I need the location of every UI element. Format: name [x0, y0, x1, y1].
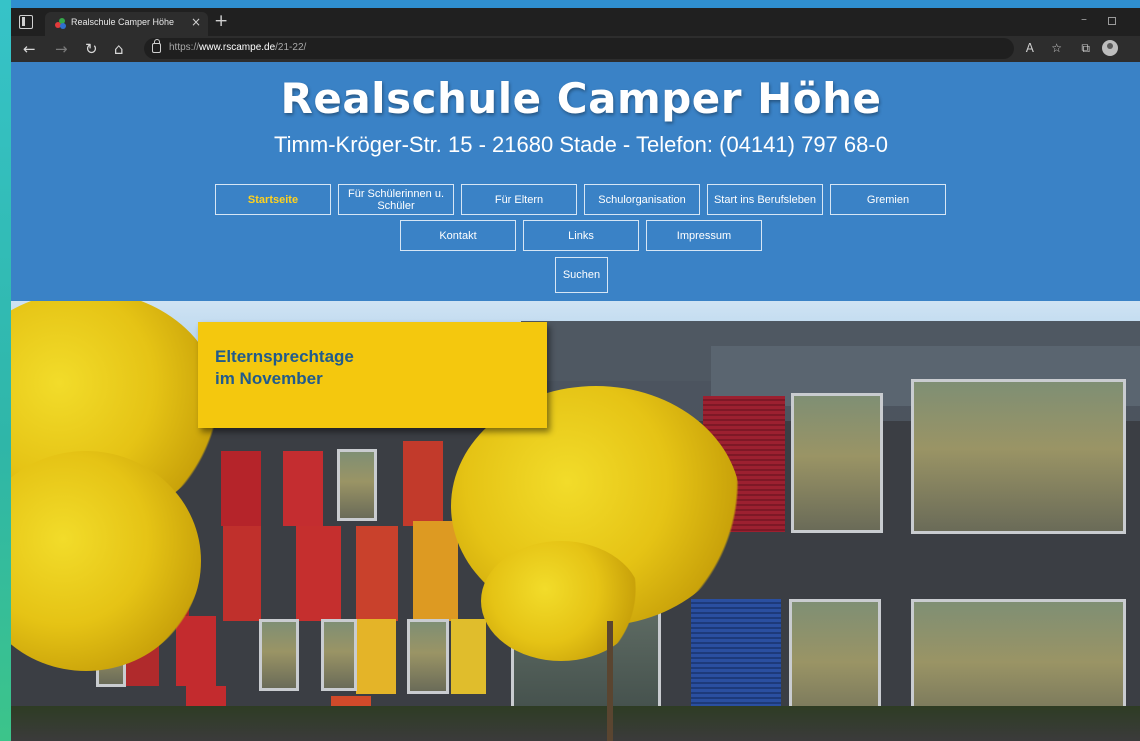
browser-tab[interactable]: Realschule Camper Höhe ×: [45, 12, 208, 36]
profile-avatar-icon[interactable]: [1102, 40, 1118, 56]
banner-text[interactable]: Elternsprechtage im November: [215, 346, 354, 390]
nav-kontakt[interactable]: Kontakt: [400, 220, 516, 251]
ground: [11, 706, 1140, 741]
collections-icon[interactable]: ⧉: [1081, 41, 1090, 56]
url-text[interactable]: https://www.rscampe.de/21-22/: [169, 42, 306, 53]
nav-gremien[interactable]: Gremien: [830, 184, 946, 215]
minimize-icon[interactable]: –: [1081, 12, 1087, 26]
facade-panel: [356, 526, 398, 621]
facade-panel: [296, 526, 341, 621]
building-window: [791, 393, 883, 533]
maximize-icon[interactable]: [1108, 17, 1116, 25]
building-window: [337, 449, 377, 521]
tree-trunk: [607, 621, 613, 741]
school-title: Realschule Camper Höhe: [280, 74, 882, 123]
building-window: [911, 379, 1126, 534]
site-favicon-icon: [55, 18, 66, 29]
url-domain: www.rscampe.de: [199, 42, 276, 53]
facade-panel: [223, 526, 261, 621]
nav-impressum[interactable]: Impressum: [646, 220, 762, 251]
web-page: Realschule Camper Höhe Timm-Kröger-Str. …: [11, 62, 1140, 741]
banner-line-2: im November: [215, 369, 323, 388]
facade-panel: [283, 451, 323, 526]
address-toolbar: ← → ↻ ⌂ https://www.rscampe.de/21-22/ A …: [11, 36, 1140, 62]
new-tab-icon[interactable]: +: [214, 11, 228, 31]
tab-strip: Realschule Camper Höhe × + –: [11, 8, 1140, 36]
refresh-icon[interactable]: ↻: [85, 38, 98, 60]
banner-line-1: Elternsprechtage: [215, 347, 354, 366]
facade-panel: [413, 521, 458, 621]
nav-berufsleben[interactable]: Start ins Berufsleben: [707, 184, 823, 215]
tab-actions-icon[interactable]: [19, 15, 33, 29]
school-address: Timm-Kröger-Str. 15 - 21680 Stade - Tele…: [274, 132, 888, 157]
building-window: [259, 619, 299, 691]
hero-school-photo: Elternsprechtage im November: [11, 301, 1140, 741]
url-prefix: https://: [169, 42, 200, 53]
facade-panel: [403, 441, 443, 526]
back-icon[interactable]: ←: [23, 38, 36, 60]
browser-window: Realschule Camper Höhe × + – ← → ↻ ⌂ htt…: [11, 8, 1140, 741]
favorites-icon[interactable]: ☆: [1051, 41, 1062, 55]
url-path: /21-22/: [275, 42, 307, 53]
nav-schulorganisation[interactable]: Schulorganisation: [584, 184, 700, 215]
facade-panel: [356, 619, 396, 694]
close-tab-icon[interactable]: ×: [191, 15, 201, 29]
nav-eltern[interactable]: Für Eltern: [461, 184, 577, 215]
building-window: [407, 619, 449, 694]
address-bar[interactable]: https://www.rscampe.de/21-22/: [144, 38, 1014, 59]
forward-icon[interactable]: →: [55, 38, 68, 60]
nav-schueler[interactable]: Für Schülerinnen u. Schüler: [338, 184, 454, 215]
building-window: [321, 619, 357, 691]
nav-links[interactable]: Links: [523, 220, 639, 251]
desktop-background: [0, 0, 11, 741]
facade-panel: [176, 616, 216, 686]
tab-title: Realschule Camper Höhe: [71, 17, 175, 27]
yellow-tree: [481, 541, 641, 661]
read-aloud-icon[interactable]: A: [1026, 41, 1034, 55]
event-banner[interactable]: Elternsprechtage im November: [198, 322, 547, 428]
home-icon[interactable]: ⌂: [114, 38, 124, 60]
facade-panel: [221, 451, 261, 526]
lock-icon[interactable]: [152, 39, 161, 53]
nav-startseite[interactable]: Startseite: [215, 184, 331, 215]
search-button[interactable]: Suchen: [555, 257, 608, 293]
facade-panel: [451, 619, 486, 694]
